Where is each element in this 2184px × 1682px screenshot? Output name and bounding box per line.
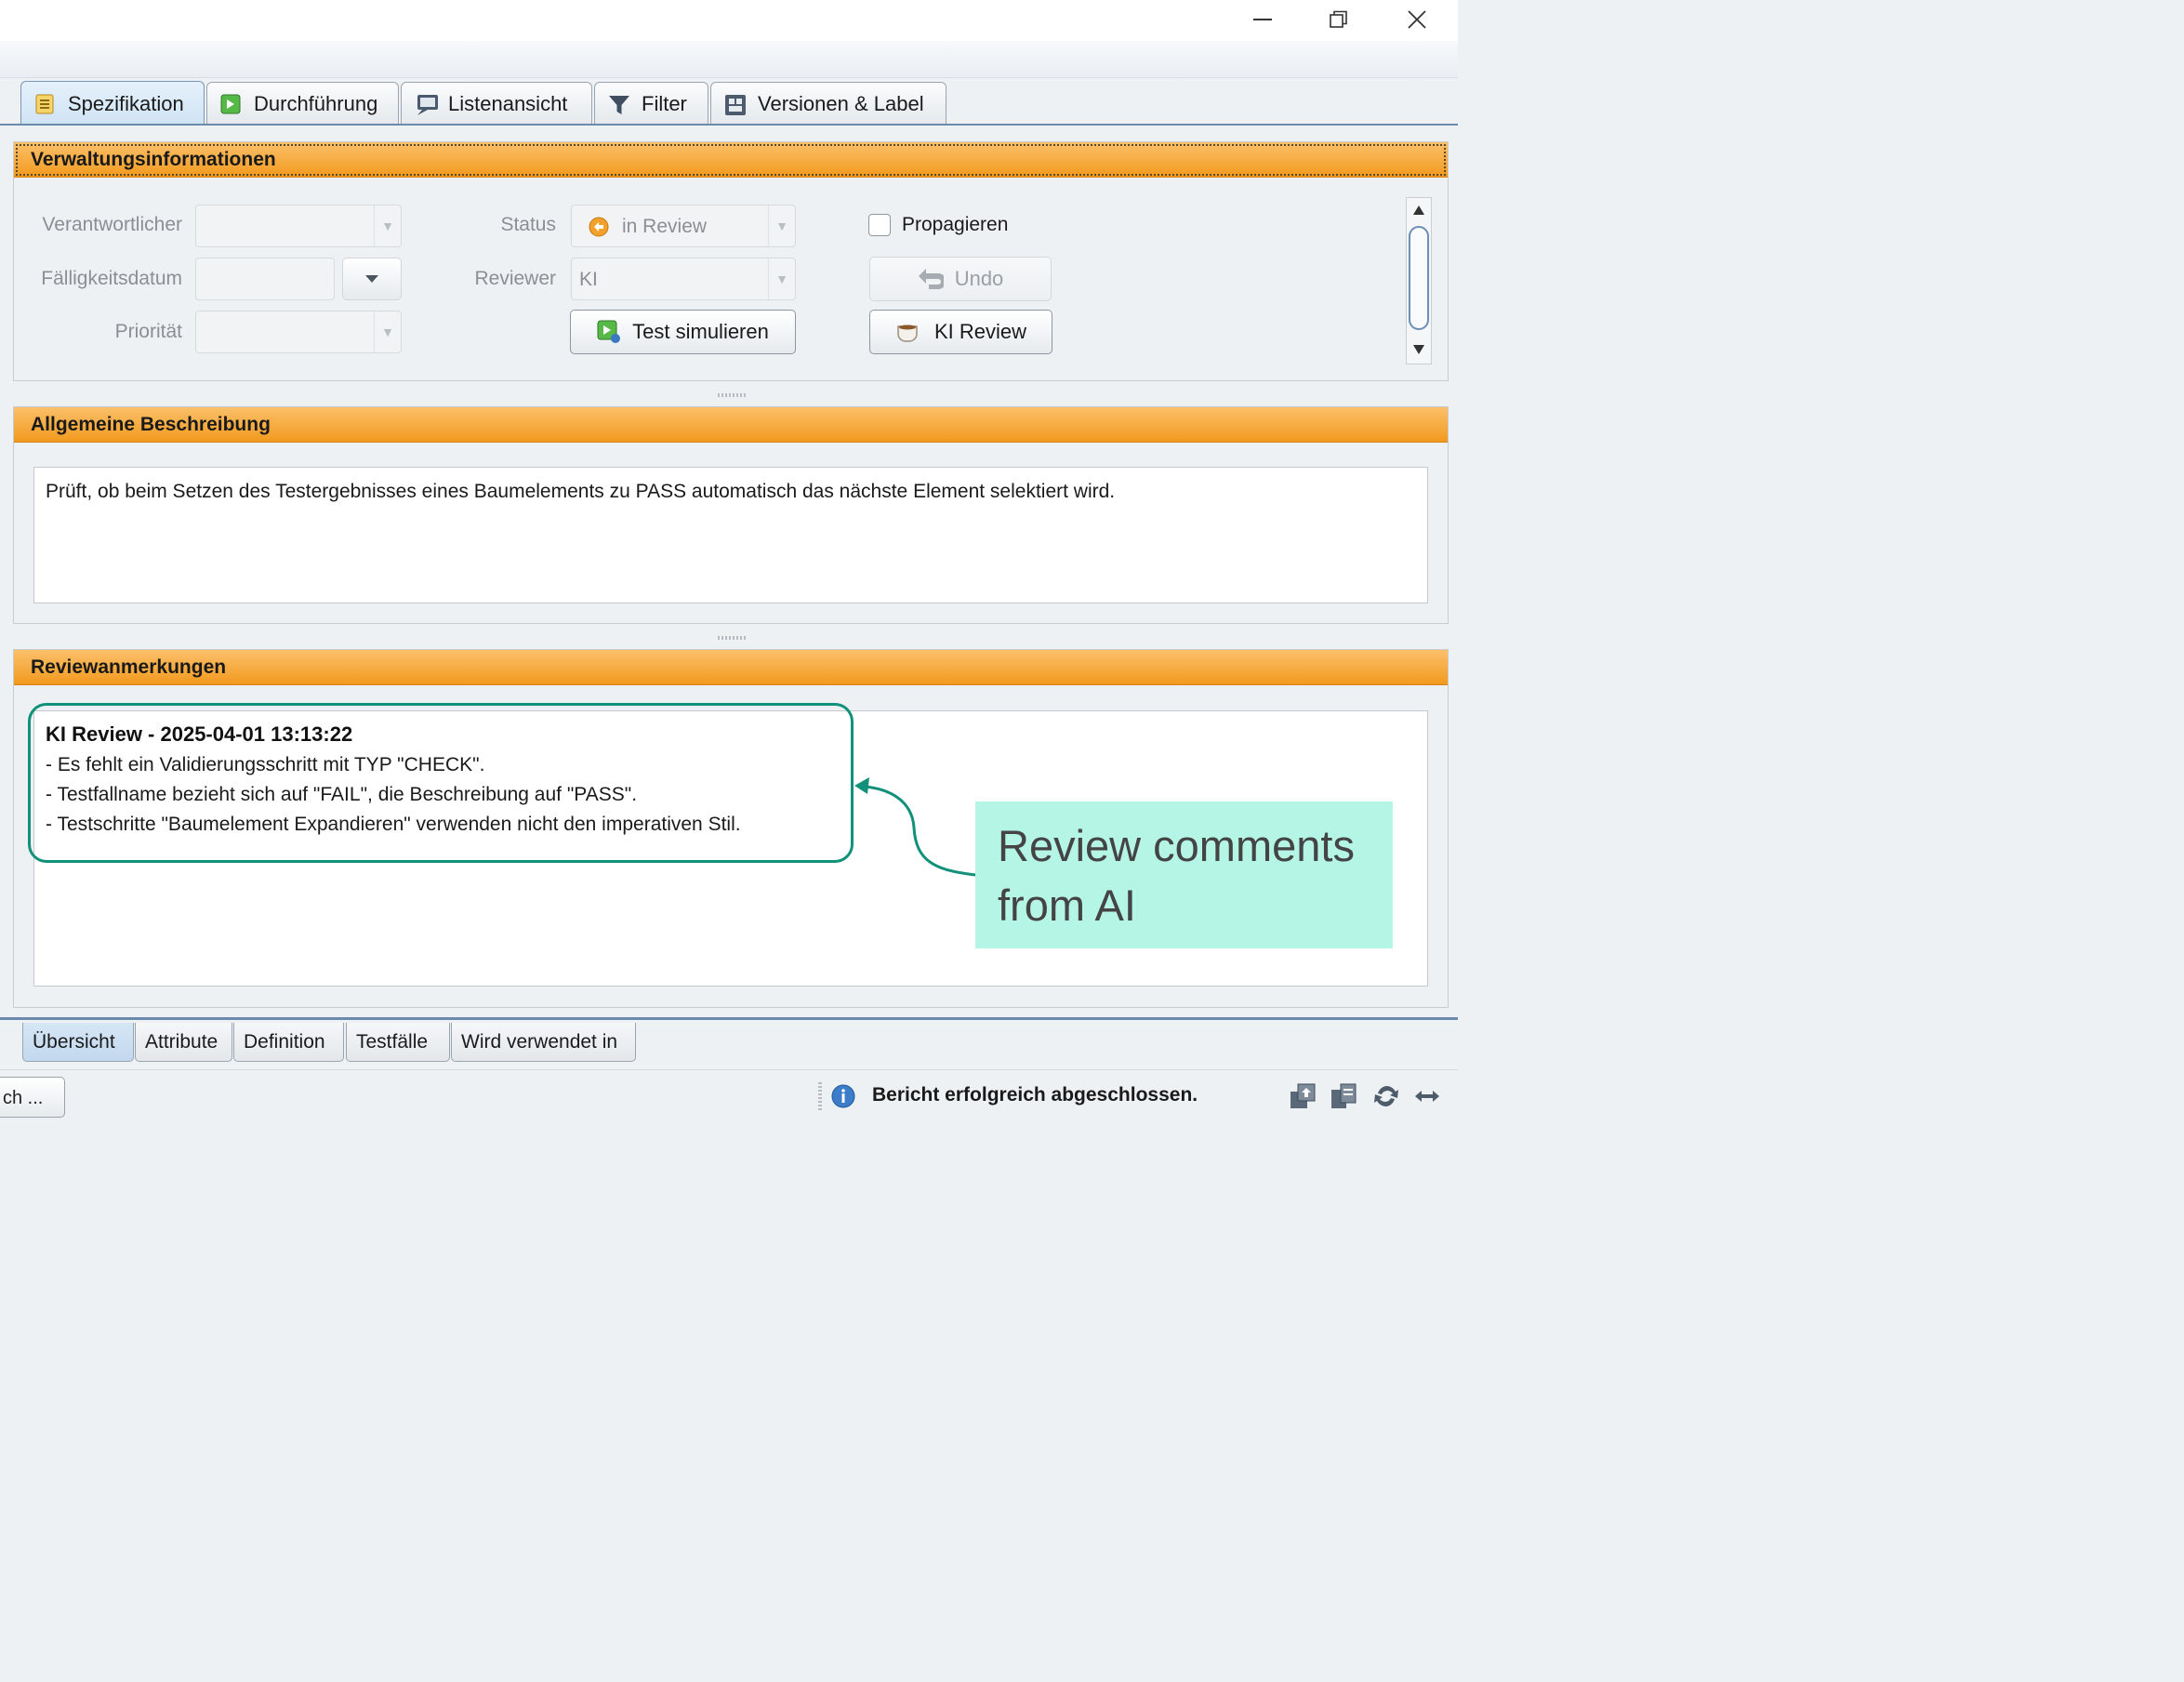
splitter-handle[interactable] bbox=[718, 636, 746, 640]
tab-label: Spezifikation bbox=[68, 91, 184, 115]
tab-divider bbox=[0, 124, 1458, 126]
tab-spezifikation[interactable]: Spezifikation bbox=[20, 81, 205, 126]
tab-filter[interactable]: Filter bbox=[594, 82, 708, 125]
responsible-label: Verantwortlicher bbox=[42, 214, 182, 235]
responsible-combo[interactable]: ▼ bbox=[195, 205, 402, 247]
status-bar bbox=[0, 1069, 1458, 1123]
status-value: in Review bbox=[622, 216, 708, 237]
chevron-down-icon: ▼ bbox=[768, 258, 795, 299]
admin-panel-title[interactable]: Verwaltungsinformationen bbox=[14, 142, 1448, 178]
tab-wird-verwendet-in[interactable]: Wird verwendet in bbox=[451, 1023, 636, 1062]
window-titlebar bbox=[0, 0, 1458, 41]
bottom-tab-divider bbox=[0, 1017, 1458, 1020]
status-message: Bericht erfolgreich abgeschlossen. bbox=[872, 1084, 1198, 1106]
versions-icon bbox=[724, 94, 746, 115]
tab-listenansicht[interactable]: Listenansicht bbox=[401, 82, 592, 125]
propagate-checkbox[interactable] bbox=[868, 214, 891, 236]
description-panel-title[interactable]: Allgemeine Beschreibung bbox=[14, 407, 1448, 443]
undo-icon bbox=[918, 269, 944, 289]
chevron-down-icon bbox=[365, 275, 378, 283]
description-textarea[interactable]: Prüft, ob beim Setzen des Testergebnisse… bbox=[33, 467, 1428, 603]
tab-durchfuehrung[interactable]: Durchführung bbox=[206, 82, 399, 125]
scroll-down-icon[interactable] bbox=[1413, 345, 1424, 354]
status-grip bbox=[818, 1082, 822, 1110]
filter-icon bbox=[608, 94, 629, 114]
priority-label: Priorität bbox=[114, 321, 182, 342]
undo-label: Undo bbox=[954, 267, 1004, 290]
scroll-up-icon[interactable] bbox=[1413, 205, 1424, 215]
minimize-icon[interactable] bbox=[1242, 4, 1283, 35]
list-icon bbox=[34, 94, 55, 114]
review-status-icon bbox=[589, 217, 609, 237]
tab-label: Versionen & Label bbox=[758, 91, 924, 115]
splitter-handle[interactable] bbox=[718, 393, 746, 397]
toolbar-band bbox=[0, 41, 1458, 78]
description-text: Prüft, ob beim Setzen des Testergebnisse… bbox=[46, 481, 1116, 502]
reviewer-value: KI bbox=[579, 269, 598, 290]
reviewer-combo[interactable]: KI ▼ bbox=[571, 258, 796, 300]
scrollbar-thumb[interactable] bbox=[1409, 226, 1429, 330]
ai-review-label: KI Review bbox=[933, 320, 1027, 343]
tab-label: Durchführung bbox=[254, 91, 378, 115]
run-icon bbox=[220, 94, 241, 114]
priority-combo[interactable]: ▼ bbox=[195, 311, 402, 353]
simulate-test-button[interactable]: Test simulieren bbox=[570, 310, 796, 354]
chevron-down-icon: ▼ bbox=[374, 311, 401, 352]
status-combo[interactable]: in Review ▼ bbox=[571, 205, 796, 247]
tab-label: Filter bbox=[642, 91, 687, 115]
search-button[interactable]: ch ... bbox=[0, 1077, 65, 1118]
restore-icon[interactable] bbox=[1318, 4, 1359, 35]
simulate-icon bbox=[597, 320, 621, 343]
tab-label: Listenansicht bbox=[448, 91, 568, 115]
propagate-label: Propagieren bbox=[902, 214, 1009, 235]
info-icon bbox=[831, 1084, 855, 1108]
tab-uebersicht[interactable]: Übersicht bbox=[22, 1023, 134, 1062]
chevron-down-icon: ▼ bbox=[768, 205, 795, 246]
status-label: Status bbox=[500, 214, 556, 235]
date-picker-button[interactable] bbox=[342, 258, 402, 300]
sync-upload-icon[interactable] bbox=[1289, 1082, 1318, 1110]
ai-review-button[interactable]: KI Review bbox=[869, 310, 1052, 354]
chevron-down-icon: ▼ bbox=[374, 205, 401, 246]
due-date-label: Fälligkeitsdatum bbox=[41, 268, 182, 289]
close-icon[interactable] bbox=[1396, 4, 1437, 35]
annotation-note: Review comments from AI bbox=[975, 801, 1393, 948]
admin-scrollbar[interactable] bbox=[1406, 197, 1432, 364]
list-view-icon bbox=[415, 94, 438, 115]
due-date-field[interactable] bbox=[195, 258, 335, 300]
refresh-icon[interactable] bbox=[1372, 1082, 1400, 1110]
review-panel-title[interactable]: Reviewanmerkungen bbox=[14, 650, 1448, 685]
tab-versionen-label[interactable]: Versionen & Label bbox=[710, 82, 946, 125]
tab-attribute[interactable]: Attribute bbox=[135, 1023, 232, 1062]
documents-icon[interactable] bbox=[1330, 1082, 1359, 1110]
undo-button[interactable]: Undo bbox=[869, 257, 1052, 301]
tab-definition[interactable]: Definition bbox=[233, 1023, 344, 1062]
coffee-cup-icon bbox=[897, 324, 918, 342]
annotation-arrow bbox=[854, 777, 976, 877]
connection-icon[interactable] bbox=[1413, 1086, 1441, 1106]
tab-testfaelle[interactable]: Testfälle bbox=[346, 1023, 450, 1062]
simulate-test-label: Test simulieren bbox=[632, 320, 769, 343]
reviewer-label: Reviewer bbox=[474, 268, 556, 289]
annotation-highlight-box bbox=[28, 703, 854, 863]
